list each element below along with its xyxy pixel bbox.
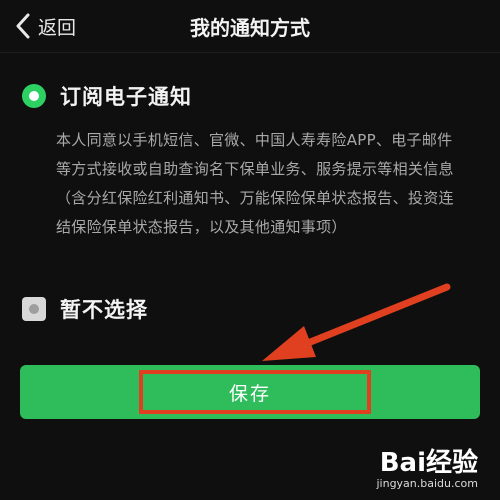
radio-selected-icon[interactable] — [22, 84, 46, 108]
option-subscribe-electronic-notice[interactable]: 订阅电子通知 — [22, 81, 192, 111]
chevron-left-icon — [12, 9, 34, 43]
option-not-now[interactable]: 暂不选择 — [22, 294, 148, 324]
watermark-brand: Bai经验 — [379, 448, 478, 478]
back-button[interactable]: 返回 — [12, 9, 76, 43]
page-title: 我的通知方式 — [190, 15, 310, 40]
watermark: Bai经验 jingyan.baidu.com — [376, 442, 478, 490]
option-label: 暂不选择 — [60, 298, 148, 322]
header-bar: 返回 我的通知方式 — [0, 0, 500, 53]
save-button[interactable]: 保存 — [20, 365, 480, 419]
screen: 返回 我的通知方式 订阅电子通知 本人同意以手机短信、官微、中国人寿寿险APP、… — [0, 0, 500, 500]
option-label: 订阅电子通知 — [60, 85, 192, 109]
annotation-arrow-icon — [262, 283, 451, 361]
watermark-url: jingyan.baidu.com — [376, 477, 478, 490]
option-description: 本人同意以手机短信、官微、中国人寿寿险APP、电子邮件等方式接收或自助查询名下保… — [56, 131, 454, 236]
save-label: 保存 — [228, 382, 271, 405]
back-label: 返回 — [38, 16, 77, 39]
radio-unselected-icon[interactable] — [22, 297, 46, 321]
